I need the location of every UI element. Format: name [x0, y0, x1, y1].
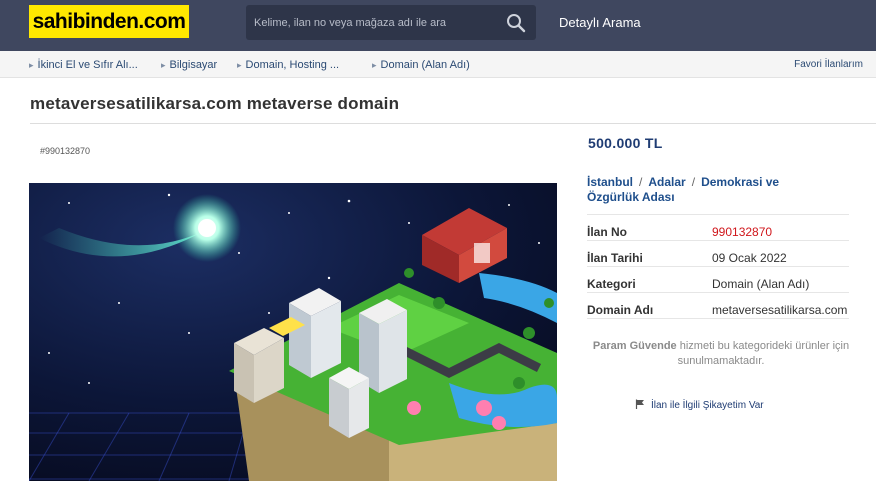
listing-photo[interactable]: sahibinden.com [29, 183, 557, 481]
listing-title: metaversesatilikarsa.com metaverse domai… [30, 94, 400, 113]
location-separator: / [639, 175, 643, 189]
detail-key: İlan Tarihi [587, 251, 643, 265]
location-district-link[interactable]: Adalar [648, 175, 685, 189]
breadcrumb-item[interactable]: ▸ Domain (Alan Adı) [372, 59, 470, 71]
listing-price: 500.000 TL [588, 135, 663, 151]
detail-row-category: Kategori Domain (Alan Adı) [587, 267, 849, 293]
listing-details-table: İlan No 990132870 İlan Tarihi 09 Ocak 20… [587, 214, 849, 319]
detail-value: metaversesatilikarsa.com [712, 303, 848, 317]
chevron-right-icon: ▸ [237, 60, 242, 70]
detail-row-listing-no: İlan No 990132870 [587, 215, 849, 241]
report-listing-link[interactable]: İlan ile İlgili Şikayetim Var [635, 399, 764, 411]
advanced-search-link[interactable]: Detaylı Arama [559, 15, 641, 30]
search-icon[interactable] [506, 13, 526, 33]
param-guvende-brand: Param Güvende [592, 340, 677, 352]
search-input[interactable] [246, 5, 496, 40]
detail-value: Domain (Alan Adı) [712, 277, 810, 291]
listing-id-tag: #990132870 [40, 146, 91, 156]
breadcrumb-item[interactable]: ▸ Domain, Hosting ... [237, 59, 339, 71]
flag-icon [635, 399, 644, 409]
detail-value: 09 Ocak 2022 [712, 251, 787, 265]
location-separator: / [691, 175, 696, 189]
detail-value: 990132870 [712, 225, 773, 239]
detail-row-date: İlan Tarihi 09 Ocak 2022 [587, 241, 849, 267]
breadcrumb: ▸ İkinci El ve Sıfır Alı... ▸ Bilgisayar ▸… [0, 51, 876, 78]
detail-row-domain: Domain Adı metaversesatilikarsa.com [587, 293, 849, 319]
breadcrumb-item[interactable]: ▸ Bilgisayar [161, 59, 217, 71]
search-box [246, 5, 536, 40]
chevron-right-icon: ▸ [372, 60, 377, 70]
param-guvende-notice: Param Güvende hizmeti bu kategorideki ür… [590, 339, 852, 369]
site-logo[interactable]: sahibinden.com [29, 5, 189, 38]
listing-location: İstanbul / Adalar / Demokrasi ve Özgürlük Ad… [587, 175, 817, 205]
chevron-right-icon: ▸ [29, 60, 34, 70]
detail-key: Kategori [587, 277, 636, 291]
chevron-right-icon: ▸ [161, 60, 166, 70]
detail-key: Domain Adı [587, 303, 654, 317]
breadcrumb-item[interactable]: ▸ İkinci El ve Sıfır Alı... [29, 59, 138, 71]
location-city-link[interactable]: İstanbul [587, 175, 633, 189]
top-navigation-bar: sahibinden.com Detaylı Arama [0, 0, 876, 51]
param-guvende-text: hizmeti bu kategorideki ürünler için sun… [676, 340, 850, 367]
favorite-listings-link[interactable]: Favori İlanlarım [794, 59, 863, 70]
detail-key: İlan No [587, 225, 628, 239]
metaverse-island-illustration: sahibinden.com [29, 183, 557, 481]
report-listing-label[interactable]: İlan ile İlgili Şikayetim Var [651, 400, 764, 411]
divider [30, 123, 876, 124]
